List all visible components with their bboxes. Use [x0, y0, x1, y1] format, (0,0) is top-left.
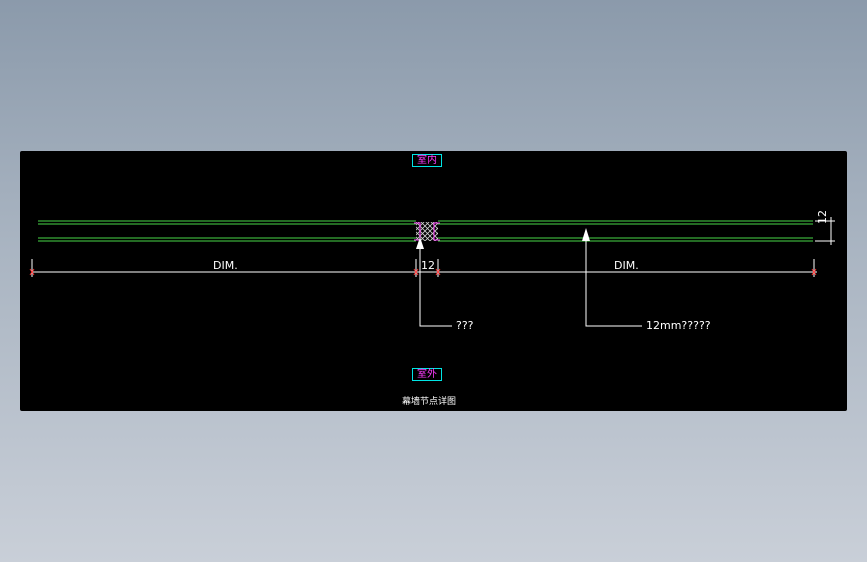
- callout-right-text: 12mm?????: [646, 319, 711, 332]
- dim-vertical-text: 12: [816, 210, 829, 224]
- dim-mid-text: 12: [421, 259, 435, 272]
- dim-left-text: DIM.: [213, 259, 238, 272]
- glass-panel-left: [38, 220, 416, 242]
- glass-panel-right: [438, 220, 813, 242]
- leader-left: [416, 237, 452, 327]
- drawing-canvas[interactable]: 室内 室外 DIM. 12 DIM. 12 ??? 12mm????? 幕墙节点…: [20, 151, 847, 411]
- label-exterior-tag: 室外: [412, 368, 442, 381]
- leader-right: [582, 228, 642, 327]
- dim-right-text: DIM.: [614, 259, 639, 272]
- callout-left-text: ???: [456, 319, 474, 332]
- label-interior-tag: 室内: [412, 154, 442, 167]
- sealant-joint: [414, 222, 440, 241]
- drawing-title: 幕墙节点详图: [402, 397, 457, 407]
